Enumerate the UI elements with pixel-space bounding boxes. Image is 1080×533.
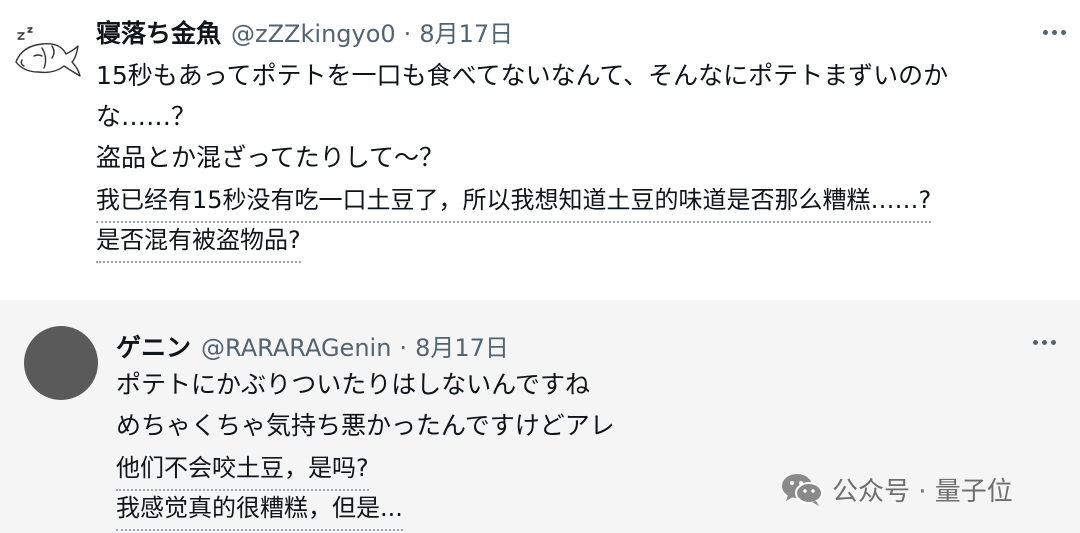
tweet-text: 15秒もあってポテトを一口も食べてないなんて、そんなにポテトまずいのか な……？…: [96, 55, 1056, 178]
more-options-icon[interactable]: [1043, 30, 1066, 35]
translation-line: 我感觉真的很糟糕，但是...: [116, 488, 403, 531]
watermark-text: 公众号 · 量子位: [832, 476, 1013, 507]
translation-line: 是否混有被盗物品?: [96, 220, 301, 263]
translation-line: 我已经有15秒没有吃一口土豆了，所以我想知道土豆的味道是否那么糟糕……?: [96, 180, 932, 223]
tweet-header: ゲニン @RARARAGenin · 8月17日: [116, 328, 509, 364]
tweet-date[interactable]: 8月17日: [415, 328, 509, 363]
translation-line: 他们不会咬土豆，是吗?: [116, 448, 369, 491]
tweet-text-line: 15秒もあってポテトを一口も食べてないなんて、そんなにポテトまずいのか: [96, 61, 949, 90]
tweet-original: 寝落ち金魚 @zZZkingyo0 · 8月17日 15秒もあってポテトを一口も…: [0, 0, 1080, 300]
user-handle[interactable]: @RARARAGenin: [201, 334, 391, 362]
tweet-text-line: ポテトにかぶりついたりはしないんですね: [116, 370, 591, 399]
tweet-text-line: 盗品とか混ざってたりして〜？: [96, 143, 445, 172]
translation-block: 他们不会咬土豆，是吗? 我感觉真的很糟糕，但是...: [116, 448, 403, 531]
translation-block: 我已经有15秒没有吃一口土豆了，所以我想知道土豆的味道是否那么糟糕……? 是否混…: [96, 180, 932, 263]
header-separator: ·: [399, 334, 408, 362]
display-name[interactable]: ゲニン: [116, 328, 191, 364]
wechat-icon: [782, 474, 823, 506]
tweet-text-line: な……？: [96, 102, 197, 131]
sleeping-goldfish-icon[interactable]: [8, 24, 84, 86]
tweet-date[interactable]: 8月17日: [419, 14, 513, 49]
more-options-icon[interactable]: [1033, 340, 1056, 345]
tweet-text: ポテトにかぶりついたりはしないんですね めちゃくちゃ気持ち悪かったんですけどアレ: [116, 364, 756, 446]
header-separator: ·: [403, 20, 412, 48]
avatar-icon[interactable]: [24, 326, 98, 400]
user-handle[interactable]: @zZZkingyo0: [231, 20, 396, 48]
tweet-header: 寝落ち金魚 @zZZkingyo0 · 8月17日: [96, 14, 513, 50]
display-name[interactable]: 寝落ち金魚: [96, 14, 221, 50]
watermark: 公众号 · 量子位: [780, 470, 1013, 508]
tweet-text-line: めちゃくちゃ気持ち悪かったんですけどアレ: [116, 411, 615, 440]
